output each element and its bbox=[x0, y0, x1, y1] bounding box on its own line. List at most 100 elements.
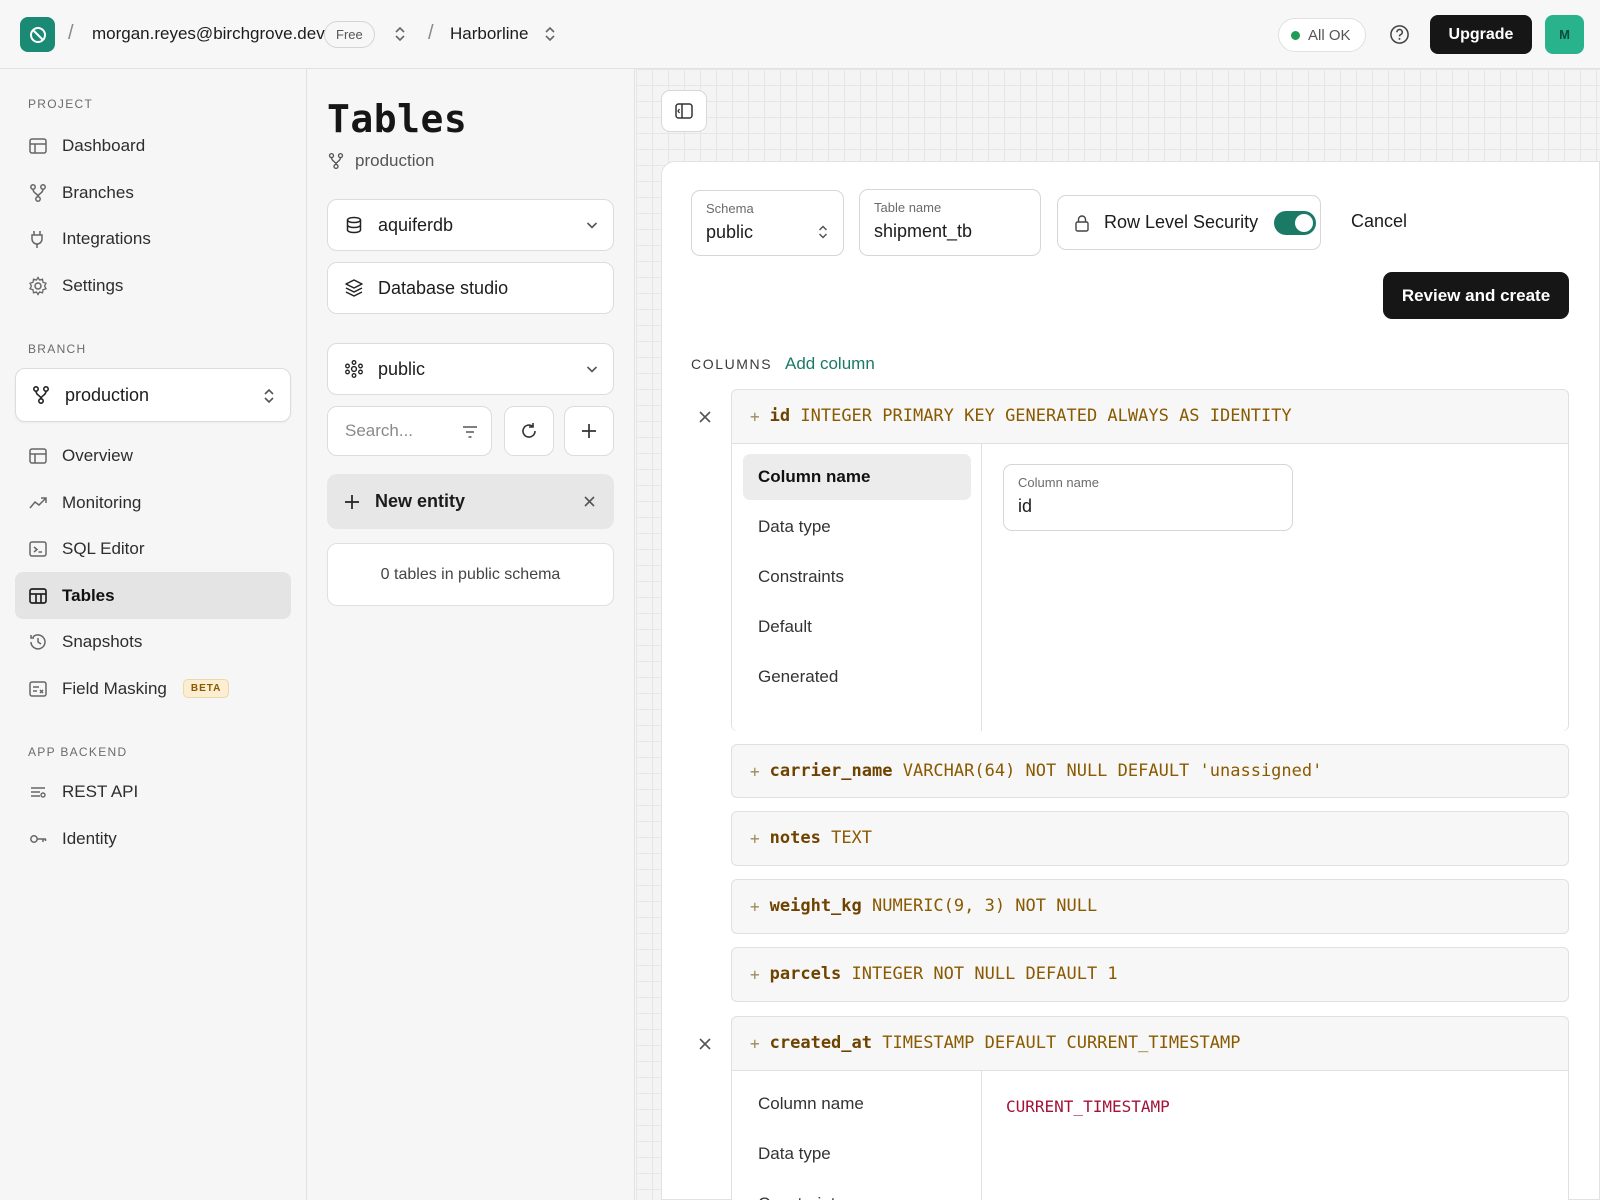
sidebar-item-branches[interactable]: Branches bbox=[15, 169, 291, 216]
branch-selector[interactable]: production bbox=[15, 368, 291, 422]
column-row-notes[interactable]: + notes TEXT bbox=[731, 811, 1569, 866]
column-row-carrier-name[interactable]: + carrier_name VARCHAR(64) NOT NULL DEFA… bbox=[731, 744, 1569, 798]
column-name: created_at bbox=[769, 1033, 872, 1053]
schema-select-value: public bbox=[378, 358, 426, 379]
column-header[interactable]: + notes TEXT bbox=[732, 812, 1568, 864]
close-icon[interactable] bbox=[697, 1036, 713, 1052]
close-icon[interactable] bbox=[583, 495, 596, 508]
database-icon bbox=[346, 216, 362, 234]
upgrade-button[interactable]: Upgrade bbox=[1430, 15, 1532, 54]
sidebar-item-label: Tables bbox=[62, 585, 115, 605]
column-header[interactable]: + id INTEGER PRIMARY KEY GENERATED ALWAY… bbox=[732, 390, 1568, 442]
schema-icon bbox=[345, 360, 363, 378]
filter-icon[interactable] bbox=[461, 423, 479, 441]
column-header[interactable]: + created_at TIMESTAMP DEFAULT CURRENT_T… bbox=[732, 1017, 1568, 1069]
close-icon[interactable] bbox=[697, 409, 713, 425]
sidebar-item-integrations[interactable]: Integrations bbox=[15, 215, 291, 262]
column-name-field[interactable]: Column name id bbox=[1003, 464, 1293, 531]
panel-branch: production bbox=[327, 151, 434, 171]
sidebar-item-label: Integrations bbox=[62, 228, 151, 248]
cancel-button[interactable]: Cancel bbox=[1351, 211, 1407, 232]
refresh-icon bbox=[522, 423, 536, 438]
sidebar-item-tables[interactable]: Tables bbox=[15, 572, 291, 619]
sidebar-item-label: Monitoring bbox=[62, 492, 142, 512]
sidebar-item-label: Settings bbox=[62, 275, 124, 295]
overview-icon bbox=[29, 447, 47, 464]
terminal-icon bbox=[29, 540, 47, 557]
column-name-field-label: Column name bbox=[1018, 475, 1099, 490]
chevron-updown-icon bbox=[818, 225, 828, 239]
tab-generated[interactable]: Generated bbox=[743, 654, 971, 700]
tab-data-type[interactable]: Data type bbox=[743, 504, 971, 550]
sidebar-item-label: REST API bbox=[62, 781, 139, 801]
refresh-button[interactable] bbox=[504, 406, 554, 456]
tab-constraints[interactable]: Constraints bbox=[743, 1181, 971, 1200]
column-header[interactable]: + parcels INTEGER NOT NULL DEFAULT 1 bbox=[732, 948, 1568, 1000]
schema-field-value: public bbox=[706, 222, 754, 242]
logo-icon bbox=[29, 26, 46, 43]
panel-branch-name: production bbox=[355, 151, 435, 170]
database-studio-label: Database studio bbox=[378, 277, 509, 298]
project-name[interactable]: Harborline bbox=[450, 24, 528, 44]
schema-field-label: Schema bbox=[706, 201, 754, 216]
add-table-button[interactable] bbox=[564, 406, 614, 456]
new-entity-item[interactable]: New entity bbox=[327, 474, 614, 529]
tab-constraints[interactable]: Constraints bbox=[743, 554, 971, 600]
account-switcher-icon[interactable] bbox=[393, 24, 407, 44]
schema-field[interactable]: Schema public bbox=[691, 190, 844, 256]
section-label-backend: APP BACKEND bbox=[28, 745, 128, 759]
column-name: notes bbox=[769, 828, 821, 848]
column-header[interactable]: + carrier_name VARCHAR(64) NOT NULL DEFA… bbox=[732, 745, 1568, 797]
column-row-parcels[interactable]: + parcels INTEGER NOT NULL DEFAULT 1 bbox=[731, 947, 1569, 1002]
beta-badge: BETA bbox=[182, 679, 230, 698]
branch-icon bbox=[328, 152, 344, 170]
sidebar-item-sql-editor[interactable]: SQL Editor bbox=[15, 525, 291, 572]
column-definition: INTEGER NOT NULL DEFAULT 1 bbox=[851, 964, 1118, 984]
sidebar-item-dashboard[interactable]: Dashboard bbox=[15, 122, 291, 169]
database-studio-button[interactable]: Database studio bbox=[327, 262, 614, 314]
column-row-id[interactable]: + id INTEGER PRIMARY KEY GENERATED ALWAY… bbox=[731, 389, 1569, 731]
column-header[interactable]: + weight_kg NUMERIC(9, 3) NOT NULL bbox=[732, 880, 1568, 932]
default-value: CURRENT_TIMESTAMP bbox=[1006, 1097, 1170, 1116]
branch-icon bbox=[30, 183, 46, 202]
tables-panel: Tables production aquiferdb Database stu… bbox=[308, 69, 635, 1200]
help-icon[interactable] bbox=[1389, 24, 1410, 45]
account-email[interactable]: morgan.reyes@birchgrove.dev bbox=[92, 24, 325, 44]
tab-column-name[interactable]: Column name bbox=[743, 454, 971, 500]
add-column-link[interactable]: Add column bbox=[785, 354, 875, 374]
top-bar: / morgan.reyes@birchgrove.dev Free / Har… bbox=[0, 0, 1600, 69]
api-icon bbox=[31, 786, 46, 798]
avatar[interactable]: M bbox=[1545, 15, 1584, 54]
collapse-panel-button[interactable] bbox=[661, 90, 707, 132]
chevron-down-icon bbox=[586, 222, 598, 229]
mask-icon bbox=[29, 680, 47, 697]
sidebar-item-rest-api[interactable]: REST API bbox=[15, 768, 291, 815]
sidebar-item-identity[interactable]: Identity bbox=[15, 815, 291, 862]
app-logo[interactable] bbox=[20, 17, 55, 52]
review-and-create-button[interactable]: Review and create bbox=[1383, 272, 1569, 319]
plus-icon: + bbox=[750, 896, 760, 916]
sidebar-item-snapshots[interactable]: Snapshots bbox=[15, 618, 291, 665]
rls-toggle[interactable] bbox=[1274, 210, 1317, 235]
status-indicator[interactable]: All OK bbox=[1278, 18, 1366, 52]
search-input[interactable]: Search... bbox=[327, 406, 492, 456]
status-text: All OK bbox=[1308, 26, 1351, 44]
sidebar-item-monitoring[interactable]: Monitoring bbox=[15, 479, 291, 526]
table-name-field[interactable]: Table name shipment_tb bbox=[859, 189, 1041, 256]
schema-select[interactable]: public bbox=[327, 343, 614, 395]
search-placeholder: Search... bbox=[345, 421, 414, 440]
history-icon bbox=[30, 633, 46, 650]
sidebar-item-settings[interactable]: Settings bbox=[15, 262, 291, 309]
plus-icon: + bbox=[750, 1033, 760, 1053]
column-row-weight-kg[interactable]: + weight_kg NUMERIC(9, 3) NOT NULL bbox=[731, 879, 1569, 934]
sidebar-item-field-masking[interactable]: Field Masking BETA bbox=[15, 665, 291, 712]
database-select[interactable]: aquiferdb bbox=[327, 199, 614, 251]
column-row-created-at[interactable]: + created_at TIMESTAMP DEFAULT CURRENT_T… bbox=[731, 1016, 1569, 1200]
tab-data-type[interactable]: Data type bbox=[743, 1131, 971, 1177]
project-switcher-icon[interactable] bbox=[543, 24, 557, 44]
tab-column-name[interactable]: Column name bbox=[743, 1081, 971, 1127]
plus-icon: + bbox=[750, 406, 760, 426]
sidebar-item-overview[interactable]: Overview bbox=[15, 432, 291, 479]
tab-default[interactable]: Default bbox=[743, 604, 971, 650]
table-name-value: shipment_tb bbox=[874, 221, 973, 241]
